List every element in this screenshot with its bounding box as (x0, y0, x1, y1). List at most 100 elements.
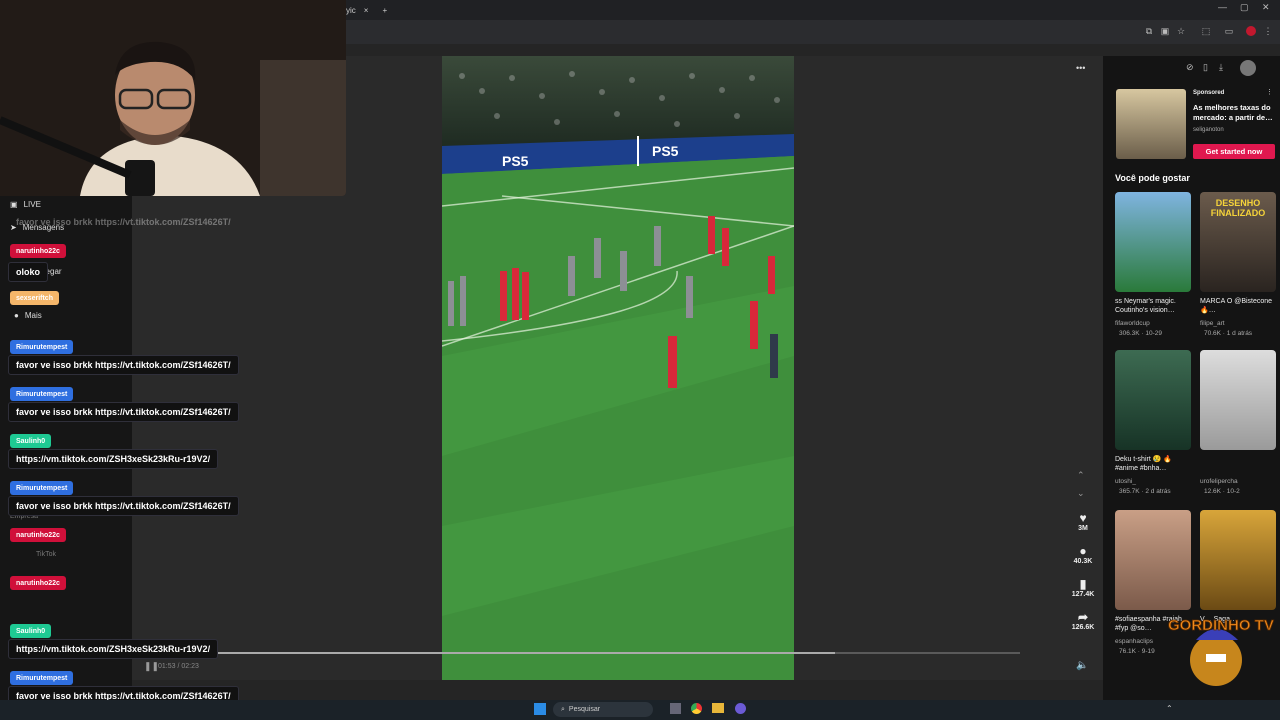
chat-username: Rimurutempest (10, 671, 74, 685)
recommend-author[interactable]: espanhaclips (1115, 638, 1153, 645)
tab-title: yic (346, 5, 356, 15)
extensions-icon[interactable]: ⬚ (1201, 26, 1211, 36)
thumbnail-overlay-text: DESENHO FINALIZADO (1210, 198, 1266, 218)
pause-icon[interactable]: ❚❚ (144, 661, 159, 672)
search-icon: ⌕ (561, 705, 565, 713)
translate-icon[interactable]: ⧉ (1144, 26, 1154, 36)
user-avatar[interactable] (1240, 60, 1256, 76)
ad-board-1: PS5 (502, 153, 529, 169)
comment-button[interactable]: ● 40.3K (1070, 544, 1096, 565)
recommend-stats: 12.6K · 10-2 (1204, 488, 1240, 495)
recommend-author[interactable]: urofelipercha (1200, 478, 1238, 485)
nav-live[interactable]: ▣ LIVE (10, 200, 41, 209)
ad-board-2: PS5 (652, 143, 679, 159)
sidebar-icon[interactable]: ▭ (1224, 26, 1234, 36)
prev-video-icon[interactable]: ⌃ (1077, 470, 1085, 481)
chrome-icon[interactable] (691, 703, 702, 714)
file-explorer-icon[interactable] (712, 703, 724, 713)
chat-username: Rimurutempest (10, 340, 74, 354)
streamer-figure (0, 0, 346, 196)
recommend-heading: Você pode gostar (1115, 173, 1190, 183)
chat-message: oloko (8, 262, 48, 282)
download-icon[interactable]: ⤓ (1219, 62, 1223, 73)
watermark-logo: GORDINHO TV (1168, 617, 1274, 686)
task-view-icon[interactable] (670, 703, 681, 714)
volume-icon[interactable]: 🔈 (1076, 660, 1088, 671)
maximize-icon[interactable]: ▢ (1240, 2, 1249, 13)
recommend-stats: 306.3K · 10-29 (1119, 330, 1163, 337)
recommend-author[interactable]: fifaworldcup (1115, 320, 1150, 327)
sponsored-label: Sponsored (1193, 90, 1225, 96)
chat-username: narutinho22c (10, 528, 66, 542)
bookmark-star-icon[interactable]: ☆ (1176, 26, 1186, 36)
live-icon: ▣ (10, 200, 18, 209)
recommend-thumbnail[interactable]: DESENHO FINALIZADO (1200, 192, 1276, 292)
nav-more-label: Mais (24, 311, 42, 320)
more-dots-icon: ● (14, 311, 19, 320)
taskbar-search[interactable]: ⌕ Pesquisar (553, 702, 653, 717)
new-tab-icon[interactable]: + (382, 6, 387, 15)
comment-icon: ● (1079, 544, 1087, 558)
minimize-icon[interactable]: — (1218, 2, 1227, 12)
tab-close-icon[interactable]: × (364, 6, 369, 15)
browser-tab[interactable]: yic × + (346, 3, 387, 17)
watermark-text: GORDINHO TV (1168, 617, 1274, 634)
chat-message: https://vm.tiktok.com/ZSH3xeSk23kRu-r19V… (8, 449, 219, 469)
recommend-thumbnail[interactable] (1200, 510, 1276, 610)
sponsored-account[interactable]: seliganoton (1193, 127, 1224, 133)
chat-username: sexseriftch (10, 291, 59, 305)
nav-more[interactable]: ● Mais (14, 311, 42, 320)
heart-icon: ♥ (1079, 511, 1087, 525)
start-windows-icon[interactable] (534, 703, 546, 715)
like-button[interactable]: ♥ 3M (1070, 511, 1096, 532)
share-arrow-icon: ➦ (1077, 610, 1089, 624)
discord-icon[interactable] (735, 703, 746, 714)
next-video-icon[interactable]: ⌄ (1077, 488, 1085, 499)
gordinho-tv-watermark: GORDINHO TV (1158, 600, 1276, 698)
recommend-caption[interactable]: ss Neymar's magic. Coutinho's vision… (1115, 297, 1195, 315)
chat-username: Saulinh0 (10, 434, 52, 448)
sponsored-more-icon[interactable]: ⋮ (1266, 88, 1273, 96)
sponsored-cta-button[interactable]: Get started now (1193, 144, 1275, 159)
block-icon[interactable]: ⊘ (1186, 62, 1194, 73)
chat-username: Saulinh0 (10, 624, 52, 638)
chat-username: narutinho22c (10, 244, 66, 258)
close-window-icon[interactable]: ✕ (1262, 2, 1270, 13)
share-count: 126.6K (1071, 624, 1095, 631)
save-count: 127.4K (1071, 591, 1095, 598)
recommend-thumbnail[interactable] (1115, 192, 1191, 292)
taskbar-search-label: Pesquisar (568, 706, 601, 713)
recommend-thumbnail[interactable] (1115, 350, 1191, 450)
sponsored-title[interactable]: As melhores taxas do mercado: a partir d… (1193, 103, 1273, 123)
recommend-author[interactable]: filipe_art (1200, 320, 1225, 327)
comment-count: 40.3K (1073, 558, 1093, 565)
share-button[interactable]: ➦ 126.6K (1070, 610, 1096, 631)
sponsored-thumbnail[interactable] (1116, 89, 1186, 159)
save-button[interactable]: ▮ 127.4K (1070, 577, 1096, 598)
chat-username: Rimurutempest (10, 481, 74, 495)
chat-username: narutinho22c (10, 576, 66, 590)
chat-message: https://vm.tiktok.com/ZSH3xeSk23kRu-r19V… (8, 639, 219, 659)
streamer-webcam (0, 0, 346, 196)
video-player[interactable]: PS5 PS5 (442, 56, 794, 680)
menu-kebab-icon[interactable]: ⋮ (1263, 26, 1273, 36)
recommend-stats: 76.1K · 9-19 (1119, 648, 1155, 655)
faint-footer-2: TikTok (36, 551, 56, 558)
profile-avatar[interactable] (1246, 26, 1256, 36)
more-options-icon[interactable]: ••• (1076, 63, 1085, 73)
bookmark-icon: ▮ (1079, 577, 1087, 591)
recommend-thumbnail[interactable] (1115, 510, 1191, 610)
recommend-caption[interactable]: MARCA O @Bistecone 🔥… (1200, 297, 1280, 315)
video-progress-track[interactable] (140, 652, 1020, 654)
recommend-thumbnail[interactable] (1200, 350, 1276, 450)
video-progress-fill (140, 652, 836, 654)
recommend-author[interactable]: utoshi_ (1115, 478, 1136, 485)
recommend-caption[interactable]: Deku t-shirt 😢 🔥 #anime #bnha… (1115, 455, 1195, 473)
chat-message: favor ve isso brkk https://vt.tiktok.com… (8, 402, 239, 422)
recommend-stats: 365.7K · 2 d atrás (1119, 488, 1171, 495)
like-count: 3M (1078, 525, 1088, 532)
phone-icon[interactable]: ▯ (1203, 62, 1208, 73)
chat-message: favor ve isso brkk https://vt.tiktok.com… (8, 355, 239, 375)
tray-chevron-icon[interactable]: ⌃ (1166, 704, 1173, 713)
screenshot-icon[interactable]: ▣ (1160, 26, 1170, 36)
